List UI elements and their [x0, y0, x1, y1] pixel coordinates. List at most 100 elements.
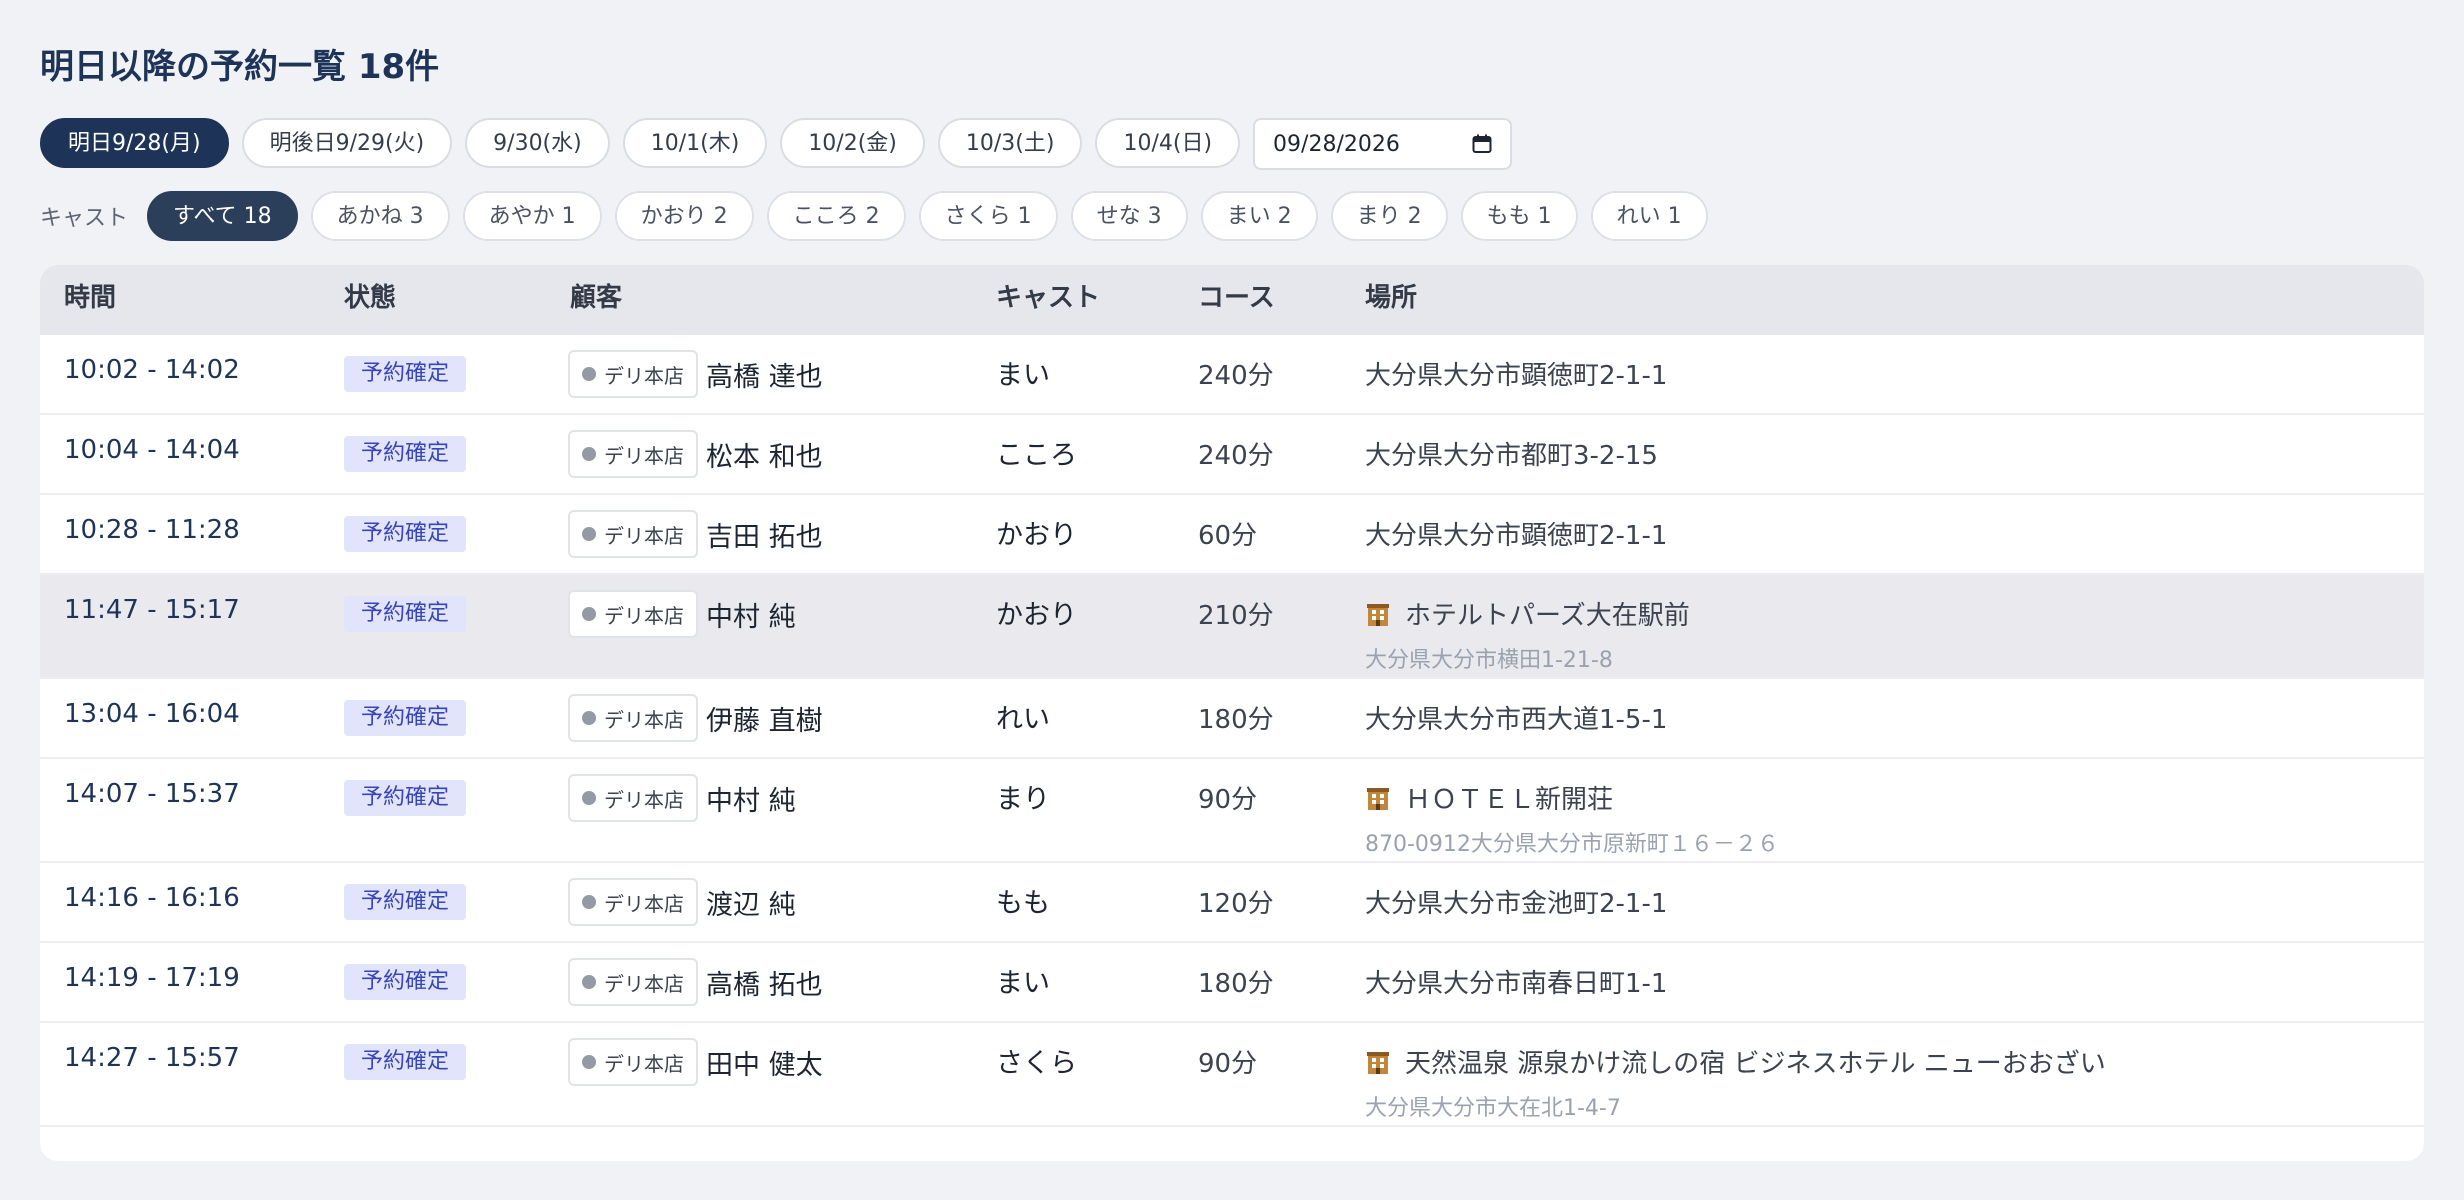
place-cell: 大分県大分市金池町2-1-1	[1365, 883, 1667, 920]
status-badge: 予約確定	[344, 700, 467, 736]
date-tab-tomorrow[interactable]: 明日9/28(月)	[40, 118, 229, 168]
customer-name[interactable]: 高橋 達也	[706, 355, 823, 394]
cast-name: れい	[996, 704, 1050, 735]
cast-chip-mai[interactable]: まい 2	[1200, 191, 1318, 241]
course-duration: 90分	[1198, 785, 1258, 815]
customer-name[interactable]: 中村 純	[706, 779, 796, 818]
place-cell: 大分県大分市西大道1-5-1	[1365, 699, 1667, 736]
course-duration: 210分	[1198, 601, 1274, 631]
store-tag[interactable]: デリ本店	[568, 694, 698, 742]
course-duration: 90分	[1198, 1049, 1258, 1079]
cast-filter: キャスト すべて 18 あかね 3 あやか 1 かおり 2 こころ 2 さくら …	[40, 190, 1708, 242]
date-tab-10-2[interactable]: 10/2(金)	[780, 118, 925, 168]
place-name: ホテルトパーズ大在駅前	[1405, 601, 1690, 631]
reservation-time: 10:04 - 14:04	[64, 435, 240, 465]
store-tag[interactable]: デリ本店	[568, 510, 698, 558]
store-name: デリ本店	[604, 1051, 684, 1076]
table-row[interactable]: 14:07 - 15:37 予約確定 デリ本店 中村 純 まり 90分 ＨＯＴＥＬ新開荘 87…	[40, 759, 2424, 863]
date-picker-input[interactable]: 09/28/2026	[1253, 118, 1513, 170]
header-customer: 顧客	[570, 283, 623, 313]
customer-name[interactable]: 田中 健太	[706, 1043, 823, 1082]
store-name: デリ本店	[604, 787, 684, 812]
customer-name[interactable]: 吉田 拓也	[706, 515, 823, 554]
place-name: 大分県大分市西大道1-5-1	[1365, 705, 1668, 735]
place-name: 大分県大分市南春日町1-1	[1365, 969, 1668, 999]
cast-chip-sakura[interactable]: さくら 1	[918, 191, 1058, 241]
customer-name[interactable]: 高橋 拓也	[706, 963, 823, 1002]
customer-name[interactable]: 中村 純	[706, 595, 796, 634]
store-tag[interactable]: デリ本店	[568, 590, 698, 638]
customer-cell: デリ本店 高橋 達也	[568, 350, 823, 398]
place-name: 天然温泉 源泉かけ流しの宿 ビジネスホテル ニューおおざい	[1405, 1049, 2106, 1079]
date-tab-10-1[interactable]: 10/1(木)	[622, 118, 768, 168]
store-dot-icon	[582, 447, 596, 461]
header-cast: キャスト	[996, 283, 1101, 313]
store-tag[interactable]: デリ本店	[568, 878, 698, 926]
store-name: デリ本店	[604, 603, 684, 628]
customer-name[interactable]: 伊藤 直樹	[706, 699, 823, 738]
cast-chip-akane[interactable]: あかね 3	[310, 191, 450, 241]
store-name: デリ本店	[604, 891, 684, 916]
customer-cell: デリ本店 田中 健太	[568, 1038, 823, 1086]
store-tag[interactable]: デリ本店	[568, 1038, 698, 1086]
reservation-time: 14:07 - 15:37	[64, 779, 240, 809]
date-tab-day-after[interactable]: 明後日9/29(火)	[241, 118, 453, 168]
calendar-icon[interactable]	[1472, 134, 1492, 154]
date-picker-value: 09/28/2026	[1273, 131, 1400, 157]
store-name: デリ本店	[604, 971, 684, 996]
course-duration: 180分	[1198, 705, 1274, 735]
customer-cell: デリ本店 吉田 拓也	[568, 510, 823, 558]
cast-chip-mari[interactable]: まり 2	[1330, 191, 1448, 241]
course-duration: 180分	[1198, 969, 1274, 999]
table-row[interactable]: 13:04 - 16:04 予約確定 デリ本店 伊藤 直樹 れい 180分 大分県大分市西大…	[40, 679, 2424, 759]
date-tab-10-3[interactable]: 10/3(土)	[937, 118, 1083, 168]
cast-chip-kokoro[interactable]: こころ 2	[766, 191, 906, 241]
table-row[interactable]: 14:16 - 16:16 予約確定 デリ本店 渡辺 純 もも 120分 大分県大分市金池町…	[40, 863, 2424, 943]
cast-filter-label: キャスト	[40, 206, 129, 231]
place-address: 870-0912大分県大分市原新町１６－２６	[1365, 832, 1779, 857]
hotel-icon	[1365, 785, 1391, 811]
table-row[interactable]: 10:02 - 14:02 予約確定 デリ本店 高橋 達也 まい 240分 大分県大分市顕徳…	[40, 335, 2424, 415]
place-cell: 大分県大分市南春日町1-1	[1365, 963, 1667, 1000]
store-tag[interactable]: デリ本店	[568, 958, 698, 1006]
date-tab-9-30[interactable]: 9/30(水)	[465, 118, 610, 168]
cast-chip-kaori[interactable]: かおり 2	[614, 191, 754, 241]
cast-chip-sena[interactable]: せな 3	[1070, 191, 1188, 241]
header-place: 場所	[1365, 283, 1418, 313]
customer-cell: デリ本店 伊藤 直樹	[568, 694, 823, 742]
cast-name: さくら	[996, 1048, 1077, 1079]
course-duration: 240分	[1198, 441, 1274, 471]
customer-cell: デリ本店 高橋 拓也	[568, 958, 823, 1006]
cast-chip-ayaka[interactable]: あやか 1	[462, 191, 602, 241]
cast-chip-all[interactable]: すべて 18	[147, 191, 298, 241]
customer-name[interactable]: 渡辺 純	[706, 883, 796, 922]
table-row[interactable]: 10:28 - 11:28 予約確定 デリ本店 吉田 拓也 かおり 60分 大分県大分市顕徳…	[40, 495, 2424, 575]
table-row[interactable]: 11:47 - 15:17 予約確定 デリ本店 中村 純 かおり 210分 ホテルトパーズ大…	[40, 575, 2424, 679]
date-tab-10-4[interactable]: 10/4(日)	[1095, 118, 1241, 168]
place-cell: 大分県大分市都町3-2-15	[1365, 435, 1658, 472]
store-tag[interactable]: デリ本店	[568, 430, 698, 478]
store-tag[interactable]: デリ本店	[568, 350, 698, 398]
header-course: コース	[1198, 283, 1275, 313]
page-title: 明日以降の予約一覧 18件	[40, 47, 440, 87]
table-row[interactable]: 10:04 - 14:04 予約確定 デリ本店 松本 和也 こころ 240分 大分県大分市都…	[40, 415, 2424, 495]
cast-name: まい	[996, 968, 1050, 999]
header-time: 時間	[64, 283, 117, 313]
reservation-time: 13:04 - 16:04	[64, 699, 240, 729]
status-badge: 予約確定	[344, 356, 467, 392]
store-dot-icon	[582, 367, 596, 381]
table-row[interactable]: 14:19 - 17:19 予約確定 デリ本店 高橋 拓也 まい 180分 大分県大分市南春…	[40, 943, 2424, 1023]
course-duration: 240分	[1198, 361, 1274, 391]
store-tag[interactable]: デリ本店	[568, 774, 698, 822]
store-dot-icon	[582, 711, 596, 725]
store-name: デリ本店	[604, 707, 684, 732]
status-badge: 予約確定	[344, 1044, 467, 1080]
cast-chip-rei[interactable]: れい 1	[1590, 191, 1708, 241]
customer-name[interactable]: 松本 和也	[706, 435, 823, 474]
cast-name: まり	[996, 784, 1050, 815]
table-row[interactable]: 14:27 - 15:57 予約確定 デリ本店 田中 健太 さくら 90分 天然温泉 源泉か…	[40, 1023, 2424, 1127]
store-dot-icon	[582, 1055, 596, 1069]
status-badge: 予約確定	[344, 884, 467, 920]
place-name: ＨＯＴＥＬ新開荘	[1405, 785, 1614, 815]
cast-chip-momo[interactable]: もも 1	[1460, 191, 1578, 241]
